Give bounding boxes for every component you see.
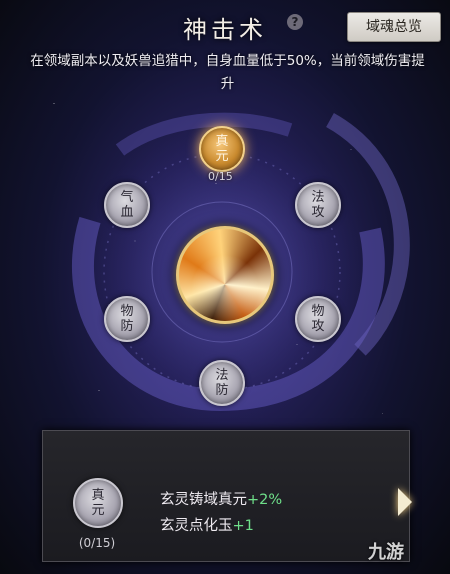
node-wufang[interactable]: 物防 — [104, 296, 150, 342]
node-label: 物攻 — [311, 304, 325, 334]
flame-burst-icon[interactable] — [176, 226, 274, 324]
node-wugong[interactable]: 物攻 — [295, 296, 341, 342]
panel-node-count: (0/15) — [78, 536, 116, 550]
node-fafang[interactable]: 法防 — [199, 360, 245, 406]
attribute-name: 玄灵点化玉 — [160, 518, 233, 534]
node-qixue[interactable]: 气血 — [104, 182, 150, 228]
attribute-row: 玄灵点化玉+1 — [160, 514, 254, 535]
panel-node-label: 真元 — [91, 488, 105, 518]
node-label: 法防 — [215, 368, 229, 398]
node-count: 0/15 — [208, 170, 233, 183]
domain-soul-overview-button[interactable]: 域魂总览 — [347, 12, 441, 42]
skill-description: 在领域副本以及妖兽追猎中，自身血量低于50%，当前领域伤害提升 — [30, 53, 425, 92]
node-fagong[interactable]: 法攻 — [295, 182, 341, 228]
attribute-row: 玄灵铸域真元+2% — [160, 488, 282, 509]
question-icon[interactable]: ? — [287, 14, 303, 30]
attribute-bonus: +1 — [232, 518, 254, 534]
watermark-logo: 九游 — [368, 542, 404, 563]
expand-arrow-icon[interactable] — [398, 488, 412, 516]
node-label: 物防 — [120, 304, 134, 334]
node-label: 气血 — [120, 190, 134, 220]
attribute-bonus: +2% — [247, 492, 283, 508]
node-label: 真元 — [215, 134, 229, 164]
node-zhenyuan[interactable]: 真元 — [199, 126, 245, 172]
attribute-name: 玄灵铸域真元 — [160, 492, 247, 508]
node-label: 法攻 — [311, 190, 325, 220]
panel-node-zhenyuan: 真元 — [73, 478, 123, 528]
